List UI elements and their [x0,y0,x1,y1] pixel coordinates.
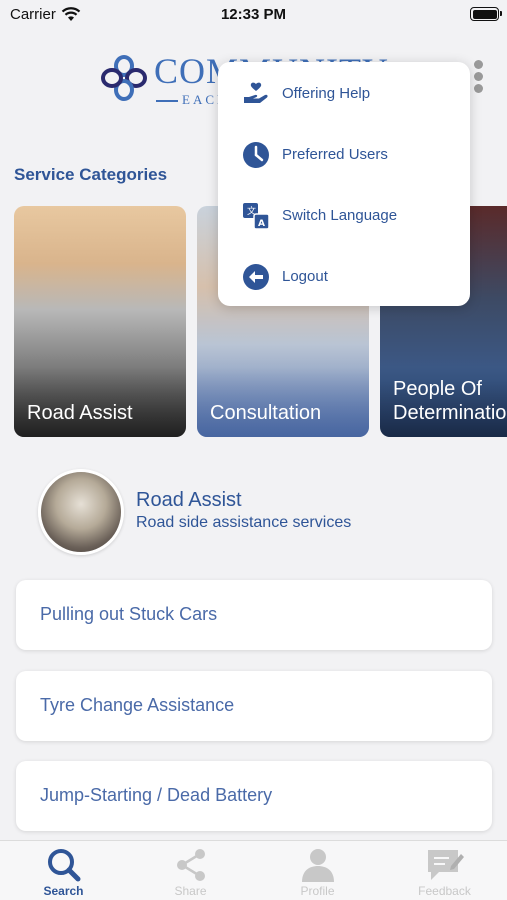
selected-category-avatar [38,469,124,555]
options-menu: Offering Help Preferred Users 文 A Switch… [218,62,470,306]
tab-feedback[interactable]: Feedback [381,841,507,900]
service-label: Jump-Starting / Dead Battery [40,785,273,805]
menu-item-offering-help[interactable]: Offering Help [218,68,470,120]
section-title: Service Categories [14,165,168,184]
svg-text:文: 文 [247,205,256,217]
more-options-icon[interactable] [472,60,484,96]
menu-item-label: Preferred Users [282,146,388,163]
hand-heart-icon [244,82,268,103]
menu-item-label: Offering Help [282,85,371,102]
tab-share[interactable]: Share [127,841,254,900]
tab-label: Search [43,884,84,898]
menu-item-label: Switch Language [282,207,398,224]
profile-icon [301,849,334,882]
tab-search[interactable]: Search [0,841,127,900]
selected-category-title: Road Assist [136,489,242,511]
category-label: People Of Determination [393,378,507,424]
menu-item-switch-language[interactable]: 文 A Switch Language [218,190,470,242]
tab-label: Profile [300,884,335,898]
service-label: Pulling out Stuck Cars [40,604,218,624]
service-item[interactable]: Pulling out Stuck Cars [16,580,492,650]
service-label: Tyre Change Assistance [40,695,235,715]
clock-icon [243,142,269,168]
search-icon [47,849,80,882]
service-item[interactable]: Tyre Change Assistance [16,671,492,741]
tab-bar: Search Share Profile Feedback [0,840,507,900]
logo-knot-icon [101,55,147,101]
tab-label: Share [174,884,207,898]
menu-item-logout[interactable]: Logout [218,251,470,303]
clock-time: 12:33 PM [220,6,287,23]
menu-item-preferred-users[interactable]: Preferred Users [218,129,470,181]
category-card-road-assist[interactable]: Road Assist [14,206,186,437]
tab-label: Feedback [418,884,471,898]
svg-text:A: A [258,219,265,229]
selected-category-subtitle: Road side assistance services [136,514,352,531]
service-item[interactable]: Jump-Starting / Dead Battery [16,761,492,831]
category-label: Consultation [210,402,322,424]
category-label: Road Assist [27,402,133,424]
battery-icon [470,7,502,21]
share-icon [176,849,205,881]
logout-arrow-icon [243,264,269,290]
translate-icon: 文 A [243,203,270,230]
tab-profile[interactable]: Profile [254,841,381,900]
menu-item-label: Logout [282,268,328,285]
status-bar: Carrier 12:33 PM [0,0,507,30]
feedback-icon [427,850,464,880]
